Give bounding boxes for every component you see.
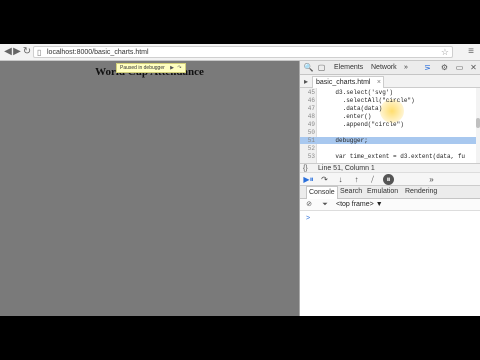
page-viewport: World Cup Attendance Paused in debugger … [0, 61, 299, 316]
code-text: .selectAll("circle") [321, 97, 415, 104]
code-text: debugger; [321, 137, 368, 144]
console-drawer-icon[interactable]: ⋝ [422, 62, 433, 73]
address-bar[interactable]: ▯ localhost:8000/basic_charts.html ☆ [33, 46, 453, 58]
line-number[interactable]: 45 [300, 89, 315, 96]
code-line[interactable]: 47 .data(data) [300, 105, 480, 112]
tab-elements[interactable]: Elements [334, 63, 363, 73]
tab-emulation[interactable]: Emulation [365, 186, 400, 198]
step-over-icon[interactable]: ↷ [177, 64, 181, 72]
search-icon[interactable]: 🔍 [303, 62, 314, 73]
line-number[interactable]: 51 [300, 137, 315, 144]
tab-network[interactable]: Network [371, 63, 397, 73]
frame-selector[interactable]: <top frame> ▼ [336, 199, 383, 210]
file-tab-basic-charts[interactable]: basic_charts.html × [312, 76, 384, 88]
screen: ◀ ▶ ↻ ▯ localhost:8000/basic_charts.html… [0, 44, 480, 316]
close-icon[interactable]: ✕ [468, 62, 479, 73]
deactivate-breakpoints-icon[interactable]: ⧸ [367, 174, 378, 185]
code-line[interactable]: 48 .enter() [300, 113, 480, 120]
filter-icon[interactable]: ⏷ [320, 200, 330, 210]
code-line-current[interactable]: 51 debugger; [300, 137, 480, 144]
debugger-toolbar: ▶⏸ ↷ ↓ ↑ ⧸ ⏸ » [300, 173, 480, 186]
browser-toolbar: ◀ ▶ ↻ ▯ localhost:8000/basic_charts.html… [0, 44, 480, 61]
page-icon: ▯ [37, 48, 42, 57]
paused-label: Paused in debugger [120, 65, 165, 71]
editor-status-bar: {} Line 51, Column 1 [300, 163, 480, 173]
more-tabs-icon[interactable]: » [404, 63, 408, 73]
code-line[interactable]: 52 [300, 145, 480, 152]
code-text: var time_extent = d3.extent(data, fu [321, 153, 466, 160]
clear-console-icon[interactable]: ⊘ [304, 200, 314, 210]
line-number[interactable]: 49 [300, 121, 315, 128]
device-mode-icon[interactable]: ▢ [316, 62, 327, 73]
file-tab-close-icon[interactable]: × [377, 77, 381, 88]
pretty-print-icon[interactable]: {} [303, 164, 308, 173]
console-prompt[interactable]: > [306, 214, 310, 223]
more-icon[interactable]: » [426, 174, 437, 185]
tab-search[interactable]: Search [338, 186, 364, 198]
code-line[interactable]: 45 d3.select('svg') [300, 89, 480, 96]
step-into-icon[interactable]: ↓ [335, 174, 346, 185]
line-number[interactable]: 47 [300, 105, 315, 112]
devtools-tabbar: 🔍 ▢ Elements Network » ⋝ ⚙ ▭ ✕ [300, 61, 480, 75]
settings-gear-icon[interactable]: ⚙ [439, 62, 450, 73]
line-number[interactable]: 48 [300, 113, 315, 120]
editor-scroll-thumb[interactable] [476, 118, 480, 128]
paused-in-debugger-banner: Paused in debugger ▶ ↷ [116, 63, 186, 73]
code-line[interactable]: 50 [300, 129, 480, 136]
editor-scrollbar[interactable] [476, 88, 480, 163]
bookmark-star-icon[interactable]: ☆ [441, 47, 449, 57]
url-text[interactable]: localhost:8000/basic_charts.html [47, 47, 149, 58]
code-text: .enter() [321, 113, 372, 120]
frame-selector-label: <top frame> [336, 201, 374, 208]
console-toolbar: ⊘ ⏷ <top frame> ▼ [300, 199, 480, 211]
pause-on-exceptions-icon[interactable]: ⏸ [383, 174, 394, 185]
line-number[interactable]: 52 [300, 145, 315, 152]
browser-menu-icon[interactable]: ≡ [466, 46, 476, 58]
drawer-tabbar: Console Search Emulation Rendering [300, 186, 480, 199]
file-tab-label: basic_charts.html [316, 79, 371, 86]
cursor-position: Line 51, Column 1 [318, 165, 375, 172]
resume-icon[interactable]: ▶⏸ [303, 174, 314, 185]
devtools-panel: 🔍 ▢ Elements Network » ⋝ ⚙ ▭ ✕ ▸ basic_c… [299, 61, 480, 316]
chevron-down-icon: ▼ [375, 201, 383, 208]
code-text: d3.select('svg') [321, 89, 394, 96]
navigator-toggle-icon[interactable]: ▸ [301, 76, 311, 87]
code-text: .data(data) [321, 105, 383, 112]
code-editor[interactable]: 45 d3.select('svg') 46 .selectAll("circl… [300, 88, 480, 163]
dock-icon[interactable]: ▭ [454, 62, 465, 73]
step-over-icon[interactable]: ↷ [319, 174, 330, 185]
line-number[interactable]: 50 [300, 129, 315, 136]
line-number[interactable]: 46 [300, 97, 315, 104]
line-number[interactable]: 53 [300, 153, 315, 160]
tab-console[interactable]: Console [306, 186, 338, 199]
tab-rendering[interactable]: Rendering [403, 186, 439, 198]
code-line[interactable]: 46 .selectAll("circle") [300, 97, 480, 104]
code-line[interactable]: 49 .append("circle") [300, 121, 480, 128]
code-text: .append("circle") [321, 121, 404, 128]
sources-tabbar: ▸ basic_charts.html × [300, 75, 480, 88]
resume-icon[interactable]: ▶ [170, 64, 174, 72]
code-line[interactable]: 53 var time_extent = d3.extent(data, fu [300, 153, 480, 160]
step-out-icon[interactable]: ↑ [351, 174, 362, 185]
reload-icon[interactable]: ↻ [21, 46, 33, 58]
